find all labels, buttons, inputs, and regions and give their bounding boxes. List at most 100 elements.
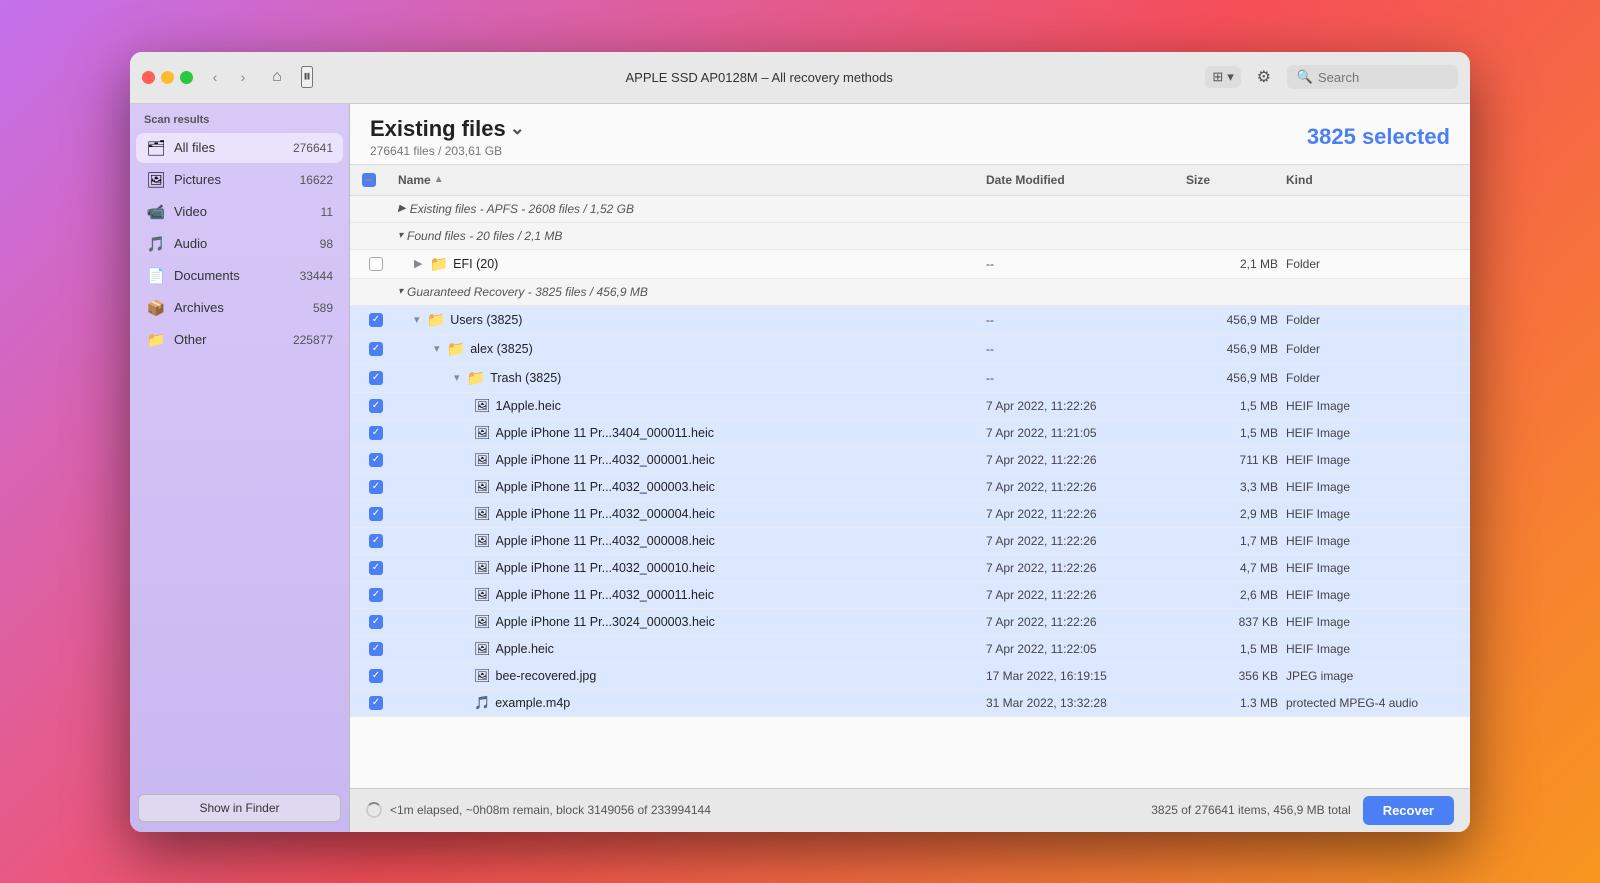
sidebar-item-video[interactable]: 📹 Video 11 [136, 197, 343, 227]
file7-checkbox[interactable]: ✓ [369, 561, 383, 575]
column-header-name[interactable]: Name ▲ [394, 169, 982, 191]
status-right: 3825 of 276641 items, 456,9 MB total Rec… [1151, 796, 1454, 825]
table-row[interactable]: ✓ 🖼 Apple iPhone 11 Pr...4032_000011.hei… [350, 582, 1470, 609]
maximize-button[interactable] [180, 71, 193, 84]
alex-size: 456,9 MB [1182, 339, 1282, 359]
group-guaranteed-recovery[interactable]: ▾ Guaranteed Recovery - 3825 files / 456… [350, 279, 1470, 306]
show-in-finder-button[interactable]: Show in Finder [138, 794, 341, 822]
sidebar-label-pictures: Pictures [174, 172, 292, 187]
pause-button[interactable]: ⏸ [301, 66, 313, 88]
efi-checkbox[interactable] [369, 257, 383, 271]
filter-button[interactable]: ⚙ [1249, 63, 1279, 91]
trash-size: 456,9 MB [1182, 368, 1282, 388]
table-row[interactable]: ✓ 🖼 Apple iPhone 11 Pr...3404_000011.hei… [350, 420, 1470, 447]
sidebar-item-archives[interactable]: 📦 Archives 589 [136, 293, 343, 323]
file1-checkbox[interactable]: ✓ [369, 399, 383, 413]
file7-size: 4,7 MB [1182, 558, 1282, 578]
close-button[interactable] [142, 71, 155, 84]
table-row[interactable]: ✓ 🖼 Apple iPhone 11 Pr...4032_000004.hei… [350, 501, 1470, 528]
file8-checkbox[interactable]: ✓ [369, 588, 383, 602]
sidebar-item-audio[interactable]: 🎵 Audio 98 [136, 229, 343, 259]
sidebar-item-pictures[interactable]: 🖼 Pictures 16622 [136, 165, 343, 195]
table-row[interactable]: ✓ 🖼 1Apple.heic 7 Apr 2022, 11:22:26 1,5… [350, 393, 1470, 420]
alex-checkbox[interactable]: ✓ [369, 342, 383, 356]
table-row[interactable]: ✓ 🎵 example.m4p 31 Mar 2022, 13:32:28 1.… [350, 690, 1470, 717]
group-existing-apfs[interactable]: ▶ Existing files - APFS - 2608 files / 1… [350, 196, 1470, 223]
search-input[interactable] [1318, 70, 1448, 85]
file12-date: 31 Mar 2022, 13:32:28 [982, 693, 1182, 713]
table-row[interactable]: ✓ 🖼 Apple iPhone 11 Pr...4032_000008.hei… [350, 528, 1470, 555]
file2-icon: 🖼 [474, 425, 491, 441]
file4-kind: HEIF Image [1282, 477, 1462, 497]
file2-checkbox[interactable]: ✓ [369, 426, 383, 440]
file1-icon: 🖼 [474, 398, 491, 414]
table-row[interactable]: ✓ 🖼 Apple iPhone 11 Pr...4032_000001.hei… [350, 447, 1470, 474]
file9-checkbox[interactable]: ✓ [369, 615, 383, 629]
table-row[interactable]: ✓ 🖼 Apple iPhone 11 Pr...3024_000003.hei… [350, 609, 1470, 636]
file7-kind: HEIF Image [1282, 558, 1462, 578]
table-row[interactable]: ▶ 📁 EFI (20) -- 2,1 MB Folder [350, 250, 1470, 279]
minimize-button[interactable] [161, 71, 174, 84]
table-row[interactable]: ✓ 🖼 Apple.heic 7 Apr 2022, 11:22:05 1,5 … [350, 636, 1470, 663]
file11-icon: 🖼 [474, 668, 491, 684]
window-title: APPLE SSD AP0128M – All recovery methods [313, 70, 1205, 85]
file6-checkbox[interactable]: ✓ [369, 534, 383, 548]
file3-checkbox[interactable]: ✓ [369, 453, 383, 467]
column-header-kind[interactable]: Kind [1282, 169, 1462, 191]
column-header-size[interactable]: Size [1182, 169, 1282, 191]
file4-checkbox[interactable]: ✓ [369, 480, 383, 494]
file1-name: 1Apple.heic [496, 399, 561, 413]
group-found-files[interactable]: ▾ Found files - 20 files / 2,1 MB [350, 223, 1470, 250]
trash-name: Trash (3825) [490, 371, 561, 385]
file5-date: 7 Apr 2022, 11:22:26 [982, 504, 1182, 524]
file5-kind: HEIF Image [1282, 504, 1462, 524]
file6-name-cell: 🖼 Apple iPhone 11 Pr...4032_000008.heic [394, 530, 982, 552]
file2-name: Apple iPhone 11 Pr...3404_000011.heic [496, 426, 714, 440]
file11-checkbox[interactable]: ✓ [369, 669, 383, 683]
efi-expand-icon[interactable]: ▶ [414, 257, 422, 270]
users-checkbox[interactable]: ✓ [369, 313, 383, 327]
table-row[interactable]: ✓ ▾ 📁 Users (3825) -- 456,9 MB Folder [350, 306, 1470, 335]
file11-kind: JPEG image [1282, 666, 1462, 686]
file12-checkbox[interactable]: ✓ [369, 696, 383, 710]
table-row[interactable]: ✓ 🖼 bee-recovered.jpg 17 Mar 2022, 16:19… [350, 663, 1470, 690]
main-window: ‹ › ⌂ ⏸ APPLE SSD AP0128M – All recovery… [130, 52, 1470, 832]
forward-button[interactable]: › [231, 65, 255, 89]
file11-name: bee-recovered.jpg [496, 669, 597, 683]
select-all-checkbox[interactable] [362, 173, 376, 187]
file10-checkbox[interactable]: ✓ [369, 642, 383, 656]
trash-checkbox[interactable]: ✓ [369, 371, 383, 385]
users-folder-icon: 📁 [427, 311, 446, 329]
table-row[interactable]: ✓ 🖼 Apple iPhone 11 Pr...4032_000003.hei… [350, 474, 1470, 501]
sidebar-count-all-files: 276641 [293, 141, 333, 155]
efi-folder-icon: 📁 [429, 255, 448, 273]
file12-size: 1.3 MB [1182, 693, 1282, 713]
sidebar-item-documents[interactable]: 📄 Documents 33444 [136, 261, 343, 291]
titlebar-right: ⊞ ▾ ⚙ 🔍 [1205, 63, 1458, 91]
sidebar-item-other[interactable]: 📁 Other 225877 [136, 325, 343, 355]
users-expand-icon[interactable]: ▾ [414, 313, 420, 326]
view-toggle[interactable]: ⊞ ▾ [1205, 66, 1240, 88]
file5-checkbox[interactable]: ✓ [369, 507, 383, 521]
sidebar-count-audio: 98 [320, 237, 333, 251]
sidebar-item-all-files[interactable]: 🗂 All files 276641 [136, 133, 343, 163]
table-row[interactable]: ✓ ▾ 📁 Trash (3825) -- 456,9 MB Folder [350, 364, 1470, 393]
recover-button[interactable]: Recover [1363, 796, 1454, 825]
nav-buttons: ‹ › [203, 65, 255, 89]
file2-kind: HEIF Image [1282, 423, 1462, 443]
column-header-date[interactable]: Date Modified [982, 169, 1182, 191]
home-button[interactable]: ⌂ [263, 63, 291, 91]
file10-kind: HEIF Image [1282, 639, 1462, 659]
trash-expand-icon[interactable]: ▾ [454, 371, 460, 384]
table-row[interactable]: ✓ ▾ 📁 alex (3825) -- 456,9 MB Folder [350, 335, 1470, 364]
title-chevron-icon[interactable]: ⌄ [510, 118, 525, 139]
sort-indicator: ▲ [434, 174, 444, 185]
title-text: Existing files [370, 116, 506, 142]
group-existing-apfs-chevron-icon: ▶ [398, 203, 406, 214]
back-button[interactable]: ‹ [203, 65, 227, 89]
sidebar-count-archives: 589 [313, 301, 333, 315]
alex-expand-icon[interactable]: ▾ [434, 342, 440, 355]
file9-kind: HEIF Image [1282, 612, 1462, 632]
table-row[interactable]: ✓ 🖼 Apple iPhone 11 Pr...4032_000010.hei… [350, 555, 1470, 582]
sidebar-label-documents: Documents [174, 268, 292, 283]
